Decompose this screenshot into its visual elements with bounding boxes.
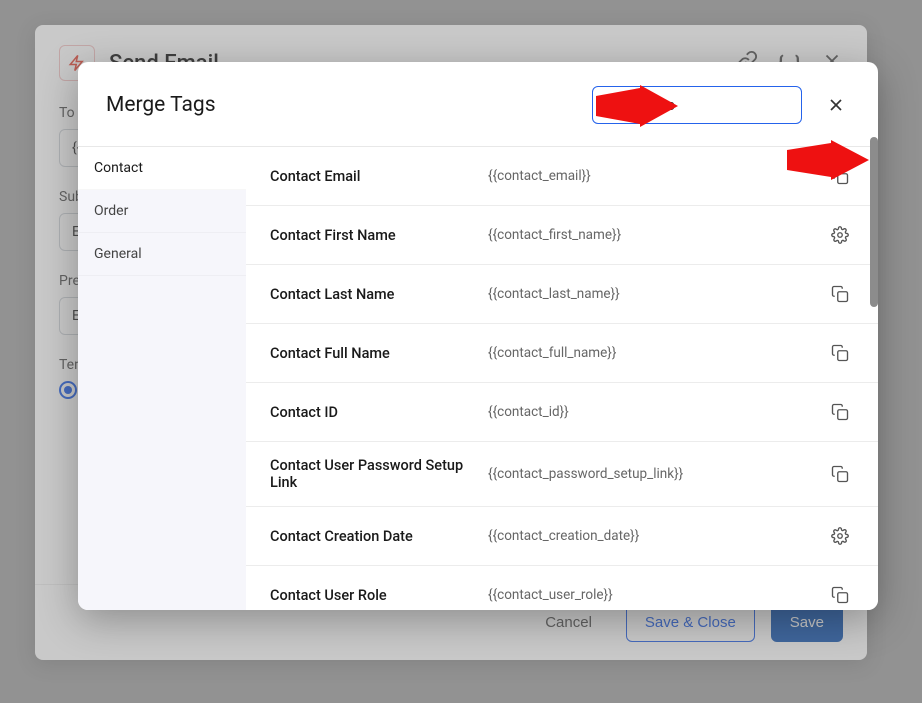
merge-tags-modal: Merge Tags ContactOrderGeneral Contact E…	[78, 62, 878, 610]
merge-tag-label: Contact User Password Setup Link	[270, 457, 480, 491]
merge-tag-label: Contact Email	[270, 168, 480, 185]
merge-tag-row: Contact Last Name {{contact_last_name}}	[246, 265, 878, 324]
merge-tag-code: {{contact_id}}	[488, 404, 818, 420]
merge-tag-row: Contact Email {{contact_email}}	[246, 147, 878, 206]
merge-tags-close-button[interactable]	[822, 91, 850, 119]
copy-icon[interactable]	[826, 398, 854, 426]
settings-icon[interactable]	[826, 522, 854, 550]
merge-tag-label: Contact Last Name	[270, 286, 480, 303]
merge-tag-code: {{contact_first_name}}	[488, 227, 818, 243]
copy-icon[interactable]	[826, 280, 854, 308]
merge-tags-sidebar: ContactOrderGeneral	[78, 147, 246, 610]
merge-tag-row: Contact User Password Setup Link {{contac…	[246, 442, 878, 507]
merge-tag-row: Contact Full Name {{contact_full_name}}	[246, 324, 878, 383]
search-icon	[605, 95, 621, 115]
merge-tags-search[interactable]	[592, 86, 802, 124]
merge-tag-row: Contact Creation Date {{contact_creation_…	[246, 507, 878, 566]
merge-tags-title: Merge Tags	[106, 93, 216, 117]
copy-icon[interactable]	[826, 460, 854, 488]
merge-tag-code: {{contact_creation_date}}	[488, 528, 818, 544]
scrollbar-thumb[interactable]	[870, 137, 878, 307]
merge-tag-label: Contact ID	[270, 404, 480, 421]
merge-tag-label: Contact Creation Date	[270, 528, 480, 545]
search-input[interactable]	[629, 96, 789, 114]
merge-tag-code: {{contact_last_name}}	[488, 286, 818, 302]
sidebar-item-general[interactable]: General	[78, 233, 246, 276]
merge-tag-label: Contact First Name	[270, 227, 480, 244]
merge-tag-label: Contact User Role	[270, 587, 480, 604]
merge-tag-code: {{contact_password_setup_link}}	[488, 466, 818, 482]
copy-icon[interactable]	[826, 339, 854, 367]
merge-tag-code: {{contact_user_role}}	[488, 587, 818, 603]
settings-icon[interactable]	[826, 221, 854, 249]
merge-tag-row: Contact ID {{contact_id}}	[246, 383, 878, 442]
sidebar-item-contact[interactable]: Contact	[78, 147, 246, 190]
merge-tag-label: Contact Full Name	[270, 345, 480, 362]
merge-tags-list: Contact Email {{contact_email}} Contact Fi…	[246, 147, 878, 610]
merge-tags-header: Merge Tags	[78, 62, 878, 146]
merge-tag-row: Contact User Role {{contact_user_role}}	[246, 566, 878, 610]
copy-icon[interactable]	[826, 581, 854, 609]
template-radio[interactable]	[59, 381, 77, 399]
copy-icon[interactable]	[826, 162, 854, 190]
merge-tag-code: {{contact_full_name}}	[488, 345, 818, 361]
sidebar-item-order[interactable]: Order	[78, 190, 246, 233]
merge-tag-row: Contact First Name {{contact_first_name}}	[246, 206, 878, 265]
merge-tag-code: {{contact_email}}	[488, 168, 818, 184]
